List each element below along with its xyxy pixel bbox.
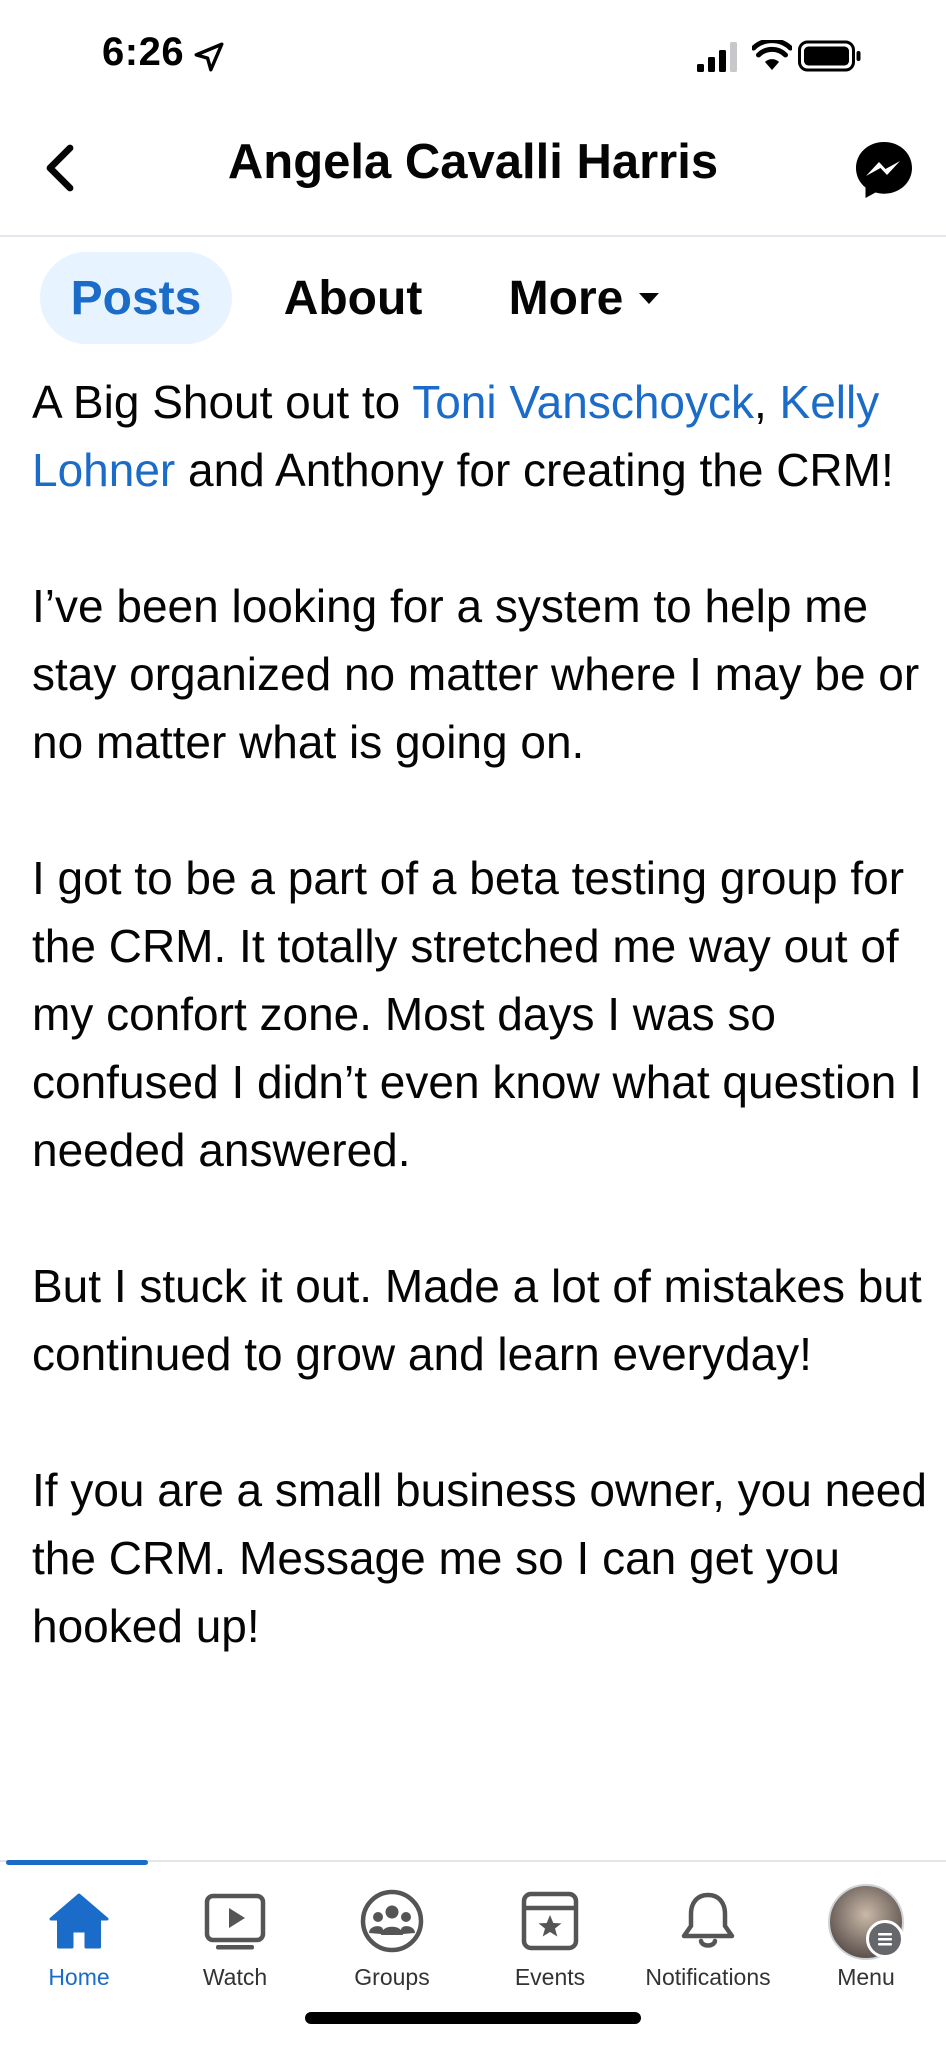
home-indicator <box>305 2012 641 2024</box>
nav-notifications-label: Notifications <box>645 1964 771 1990</box>
status-time: 6:26 <box>102 30 185 74</box>
tab-posts-label: Posts <box>70 271 202 325</box>
post-text-segment: , <box>753 376 767 428</box>
tab-posts[interactable]: Posts <box>40 252 232 344</box>
nav-events-label: Events <box>514 1964 586 1990</box>
post-paragraph-2: I’ve been looking for a system to help m… <box>32 580 920 768</box>
tab-about[interactable]: About <box>268 252 438 344</box>
nav-home[interactable]: Home <box>0 1862 158 2002</box>
nav-events[interactable]: Events <box>471 1862 629 2002</box>
tab-more-label: More <box>508 271 624 325</box>
page-title: Angela Cavalli Harris <box>227 135 719 189</box>
nav-notifications[interactable]: Notifications <box>629 1862 787 2002</box>
post-paragraph-1: A Big Shout out to Toni Vanschoyck, Kell… <box>32 368 932 504</box>
nav-groups[interactable]: Groups <box>313 1862 471 2002</box>
profile-header: Angela Cavalli Harris <box>0 110 946 237</box>
nav-menu-label: Menu <box>837 1964 895 1990</box>
caret-down-icon <box>639 293 660 304</box>
post-text-segment: and Anthony for creating the CRM! <box>175 444 894 496</box>
post-paragraph-5: If you are a small business owner, you n… <box>32 1464 927 1652</box>
nav-home-label: Home <box>48 1964 110 1990</box>
home-icon <box>49 1893 109 1949</box>
wifi-icon <box>752 40 792 70</box>
profile-tabs: Posts About More <box>0 252 946 348</box>
back-button[interactable] <box>32 140 88 196</box>
nav-watch[interactable]: Watch <box>156 1862 314 2002</box>
nav-watch-label: Watch <box>202 1964 268 1990</box>
watch-icon <box>204 1893 266 1950</box>
status-bar: 6:26 <box>0 0 946 110</box>
menu-badge-icon <box>866 1920 904 1958</box>
messenger-icon[interactable] <box>852 138 916 202</box>
hamburger-icon <box>878 1933 892 1946</box>
post-text-segment: A Big Shout out to <box>32 376 413 428</box>
tab-about-label: About <box>283 271 423 325</box>
mention-link-toni[interactable]: Toni Vanschoyck <box>412 376 754 428</box>
post-paragraph-3: I got to be a part of a beta testing gro… <box>32 852 922 1176</box>
post-text: A Big Shout out to Toni Vanschoyck, Kell… <box>32 368 932 1728</box>
chevron-left-icon <box>46 144 74 192</box>
bell-icon <box>681 1892 735 1948</box>
tab-more[interactable]: More <box>490 252 680 344</box>
groups-icon <box>360 1889 424 1953</box>
location-arrow-icon <box>194 42 224 72</box>
battery-icon <box>798 40 861 72</box>
events-icon <box>521 1891 579 1951</box>
post-paragraph-4: But I stuck it out. Made a lot of mistak… <box>32 1260 922 1380</box>
nav-groups-label: Groups <box>354 1964 430 1990</box>
cellular-signal-icon <box>697 42 737 72</box>
